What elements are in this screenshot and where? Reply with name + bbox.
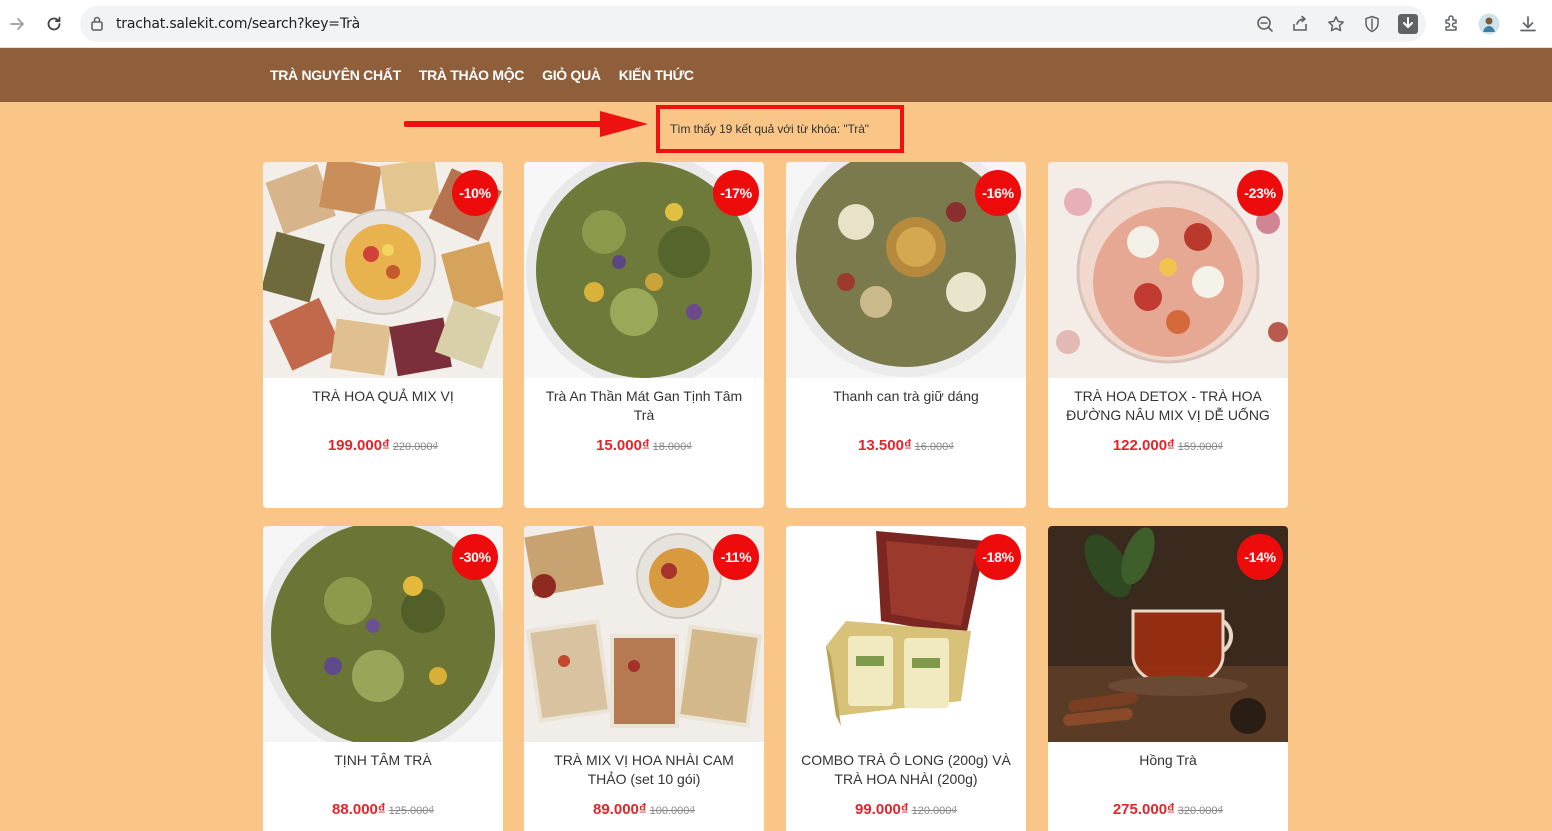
url-text[interactable]: trachat.salekit.com/search?key=Trà	[116, 16, 360, 32]
product-price: 13.500₫	[858, 437, 912, 454]
menu-item-gio-qua[interactable]: GIỎ QUÀ	[542, 67, 601, 83]
discount-badge: -10%	[452, 170, 498, 216]
discount-badge: -23%	[1237, 170, 1283, 216]
product-card[interactable]: -16% Thanh can trà giữ dáng 13.500₫ 16.00…	[786, 162, 1026, 508]
zoom-out-icon[interactable]	[1254, 13, 1276, 35]
discount-badge: -30%	[452, 534, 498, 580]
product-name[interactable]: Hồng Trà	[1060, 751, 1276, 770]
menu-item-tra-nguyen-chat[interactable]: TRÀ NGUYÊN CHẤT	[270, 67, 401, 83]
discount-badge: -11%	[713, 534, 759, 580]
price-row: 199.000₫ 220.000₫	[263, 437, 503, 455]
product-price: 15.000₫	[596, 437, 650, 454]
product-old-price: 320.000₫	[1177, 805, 1224, 817]
price-row: 122.000₫ 159.000₫	[1048, 437, 1288, 455]
product-card[interactable]: -14% Hồng Trà 275.000₫ 320.000₫	[1048, 526, 1288, 831]
product-card[interactable]: -17% Trà An Thần Mát Gan Tịnh Tâm Trà 15…	[524, 162, 764, 508]
product-name[interactable]: TRÀ HOA QUẢ MIX VỊ	[275, 387, 491, 406]
product-price: 275.000₫	[1112, 801, 1175, 818]
product-price: 122.000₫	[1112, 437, 1175, 454]
menu-item-kien-thuc[interactable]: KIẾN THỨC	[619, 67, 694, 83]
address-bar[interactable]: trachat.salekit.com/search?key=Trà	[80, 6, 1426, 42]
product-price: 88.000₫	[332, 801, 386, 818]
price-row: 89.000₫ 100.000₫	[524, 801, 764, 819]
product-old-price: 125.000₫	[388, 805, 434, 817]
download-icon[interactable]	[1516, 12, 1540, 36]
discount-badge: -16%	[975, 170, 1021, 216]
annotation-arrow	[404, 111, 648, 137]
lock-icon[interactable]	[90, 15, 104, 36]
browser-toolbar: trachat.salekit.com/search?key=Trà	[0, 0, 1552, 48]
product-price: 89.000₫	[593, 801, 647, 818]
site-header: TRÀ NGUYÊN CHẤT TRÀ THẢO MỘC GIỎ QUÀ KIẾ…	[0, 48, 1552, 102]
product-name[interactable]: TRÀ HOA DETOX - TRÀ HOA ĐƯỜNG NÂU MIX VỊ…	[1060, 387, 1276, 425]
discount-badge: -17%	[713, 170, 759, 216]
product-name[interactable]: TỊNH TÂM TRÀ	[275, 751, 491, 770]
product-card[interactable]: -18% COMBO TRÀ Ô LONG (200g) VÀ TRÀ HOA …	[786, 526, 1026, 831]
product-name[interactable]: TRÀ MIX VỊ HOA NHÀI CAM THẢO (set 10 gói…	[536, 751, 752, 789]
price-row: 13.500₫ 16.000₫	[786, 437, 1026, 455]
product-card[interactable]: -11% TRÀ MIX VỊ HOA NHÀI CAM THẢO (set 1…	[524, 526, 764, 831]
product-name[interactable]: COMBO TRÀ Ô LONG (200g) VÀ TRÀ HOA NHÀI …	[798, 751, 1014, 789]
reload-icon[interactable]	[42, 12, 66, 36]
price-row: 275.000₫ 320.000₫	[1048, 801, 1288, 819]
main-menu: TRÀ NGUYÊN CHẤT TRÀ THẢO MỘC GIỎ QUÀ KIẾ…	[270, 48, 694, 102]
product-name[interactable]: Thanh can trà giữ dáng	[798, 387, 1014, 406]
product-name[interactable]: Trà An Thần Mát Gan Tịnh Tâm Trà	[536, 387, 752, 425]
star-icon[interactable]	[1325, 13, 1347, 35]
forward-icon[interactable]	[6, 12, 30, 36]
product-price: 99.000₫	[855, 801, 909, 818]
product-old-price: 220.000₫	[392, 441, 439, 453]
price-row: 99.000₫ 120.000₫	[786, 801, 1026, 819]
menu-item-tra-thao-moc[interactable]: TRÀ THẢO MỘC	[419, 67, 525, 83]
shield-icon[interactable]	[1361, 13, 1383, 35]
price-row: 15.000₫ 18.000₫	[524, 437, 764, 455]
discount-badge: -14%	[1237, 534, 1283, 580]
discount-badge: -18%	[975, 534, 1021, 580]
product-old-price: 16.000₫	[914, 441, 954, 453]
product-card[interactable]: -10% TRÀ HOA QUẢ MIX VỊ 199.000₫ 220.000₫	[263, 162, 503, 508]
download-manager-icon[interactable]	[1397, 13, 1419, 35]
product-old-price: 100.000₫	[649, 805, 695, 817]
product-old-price: 159.000₫	[1177, 441, 1224, 453]
product-card[interactable]: -23% TRÀ HOA DETOX - TRÀ HOA ĐƯỜNG NÂU M…	[1048, 162, 1288, 508]
product-old-price: 120.000₫	[911, 805, 957, 817]
avatar[interactable]	[1477, 12, 1501, 36]
product-price: 199.000₫	[327, 437, 390, 454]
product-old-price: 18.000₫	[652, 441, 692, 453]
extensions-icon[interactable]	[1440, 12, 1464, 36]
product-card[interactable]: -30% TỊNH TÂM TRÀ 88.000₫ 125.000₫	[263, 526, 503, 831]
search-result-text: Tìm thấy 19 kết quả với từ khóa: "Trà"	[670, 122, 869, 136]
search-result-summary: Tìm thấy 19 kết quả với từ khóa: "Trà"	[656, 105, 904, 153]
share-icon[interactable]	[1289, 13, 1311, 35]
price-row: 88.000₫ 125.000₫	[263, 801, 503, 819]
